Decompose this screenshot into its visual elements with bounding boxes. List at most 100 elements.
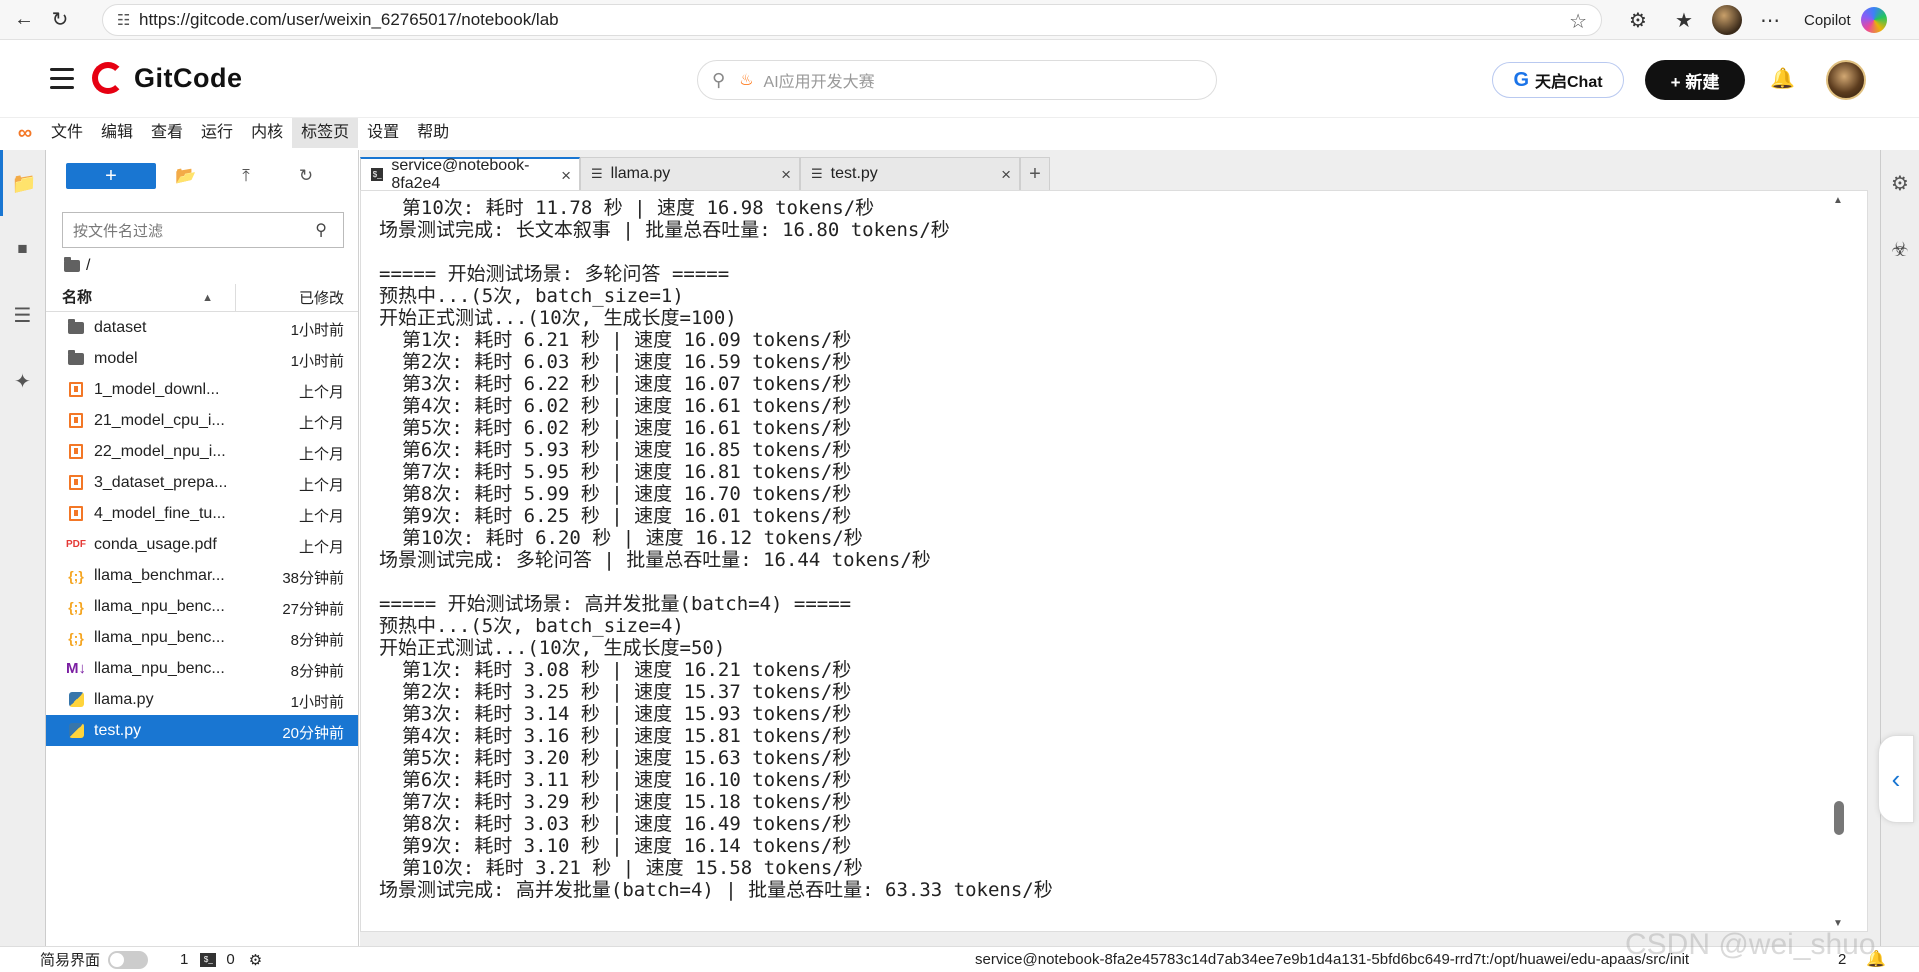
terminal-status-icon: $_: [200, 952, 217, 967]
file-type-icon-wrap: [64, 692, 88, 707]
favorite-star-icon[interactable]: ☆: [1569, 9, 1587, 34]
close-tab-icon[interactable]: ×: [561, 166, 571, 186]
menu-item-0[interactable]: 文件: [42, 118, 92, 148]
file-type-icon-wrap: [64, 413, 88, 428]
gitcode-logo-icon: [92, 62, 124, 94]
browser-toolbar: ← ↻ ☷ https://gitcode.com/user/weixin_62…: [0, 0, 1919, 40]
breadcrumb[interactable]: /: [46, 248, 358, 284]
debugger-bug-icon[interactable]: ☣: [1881, 216, 1919, 282]
file-row[interactable]: M↓ llama_npu_benc... 8分钟前: [46, 653, 358, 684]
menu-item-2[interactable]: 查看: [142, 118, 192, 148]
extensions-icon[interactable]: ⚙: [1620, 2, 1656, 38]
file-row[interactable]: {;} llama_benchmar... 38分钟前: [46, 560, 358, 591]
file-row[interactable]: model 1小时前: [46, 343, 358, 374]
file-name: llama_npu_benc...: [94, 597, 225, 615]
table-of-contents-list-icon[interactable]: ☰: [0, 282, 45, 348]
new-button[interactable]: + 新建: [1645, 60, 1745, 100]
file-name: 22_model_npu_i...: [94, 442, 226, 460]
file-browser-toolbar: + 📂 ⤒ ↻: [46, 150, 358, 202]
scroll-thumb[interactable]: [1834, 801, 1844, 835]
collapse-panel-chevron-icon[interactable]: ‹: [1878, 735, 1914, 823]
extensions-puzzle-icon[interactable]: ✦: [0, 348, 45, 414]
tab-2[interactable]: ☰ test.py ×: [800, 157, 1020, 190]
gitcode-logo[interactable]: GitCode: [92, 62, 243, 94]
copilot-label[interactable]: Copilot: [1804, 12, 1851, 29]
file-row[interactable]: 1_model_downl... 上个月: [46, 374, 358, 405]
more-options-icon[interactable]: ⋯: [1752, 2, 1788, 38]
close-tab-icon[interactable]: ×: [1001, 165, 1011, 185]
site-search-input[interactable]: ⚲ ♨ AI应用开发大赛: [697, 60, 1217, 100]
address-bar[interactable]: ☷ https://gitcode.com/user/weixin_627650…: [102, 4, 1602, 36]
file-row[interactable]: 21_model_cpu_i... 上个月: [46, 405, 358, 436]
menu-item-7[interactable]: 帮助: [408, 118, 458, 148]
kernel-gear-icon[interactable]: ⚙: [249, 951, 262, 969]
upload-icon[interactable]: ⤒: [216, 166, 276, 186]
running-sessions-stop-icon[interactable]: ⏹: [0, 216, 45, 282]
gitcode-logo-text: GitCode: [134, 62, 243, 93]
file-name: conda_usage.pdf: [94, 535, 217, 553]
file-modified: 8分钟前: [290, 663, 344, 680]
terminal-scrollbar[interactable]: ▲ ▼: [1831, 191, 1847, 931]
file-row[interactable]: llama.py 1小时前: [46, 684, 358, 715]
add-tab-button[interactable]: +: [1020, 157, 1050, 190]
file-row[interactable]: {;} llama_npu_benc... 27分钟前: [46, 591, 358, 622]
back-icon[interactable]: ←: [6, 2, 42, 38]
profile-avatar[interactable]: [1712, 5, 1742, 35]
file-modified: 38分钟前: [282, 570, 344, 587]
menu-item-1[interactable]: 编辑: [92, 118, 142, 148]
modified-column-header[interactable]: 已修改: [236, 287, 358, 308]
file-type-icon-wrap: [64, 723, 88, 738]
new-folder-icon[interactable]: 📂: [156, 166, 216, 186]
breadcrumb-root[interactable]: /: [86, 257, 90, 275]
hamburger-menu-icon[interactable]: [50, 68, 74, 90]
simple-mode-toggle[interactable]: [108, 950, 149, 969]
close-tab-icon[interactable]: ×: [781, 165, 791, 185]
user-avatar[interactable]: [1826, 60, 1866, 100]
refresh-icon[interactable]: ↻: [276, 166, 336, 186]
menu-item-3[interactable]: 运行: [192, 118, 242, 148]
file-modified: 27分钟前: [282, 601, 344, 618]
file-name: 3_dataset_prepa...: [94, 473, 228, 491]
search-placeholder: AI应用开发大赛: [763, 74, 875, 91]
file-name: 21_model_cpu_i...: [94, 411, 225, 429]
tab-0[interactable]: $_ service@notebook-8fa2e4 ×: [360, 157, 580, 192]
tab-label: llama.py: [610, 165, 671, 182]
file-modified: 1小时前: [290, 353, 344, 370]
file-row[interactable]: PDF conda_usage.pdf 上个月: [46, 529, 358, 560]
terminal-panel[interactable]: 第10次: 耗时 11.78 秒 | 速度 16.98 tokens/秒 场景测…: [360, 190, 1868, 932]
file-row[interactable]: test.py 20分钟前: [46, 715, 358, 746]
menu-item-5[interactable]: 标签页: [292, 118, 359, 148]
tianqi-chat-button[interactable]: G 天启Chat: [1492, 62, 1624, 98]
tianqi-chat-label: 天启Chat: [1535, 74, 1603, 91]
favorites-icon[interactable]: ★: [1666, 2, 1702, 38]
notification-bell-icon[interactable]: 🔔: [1770, 66, 1795, 91]
name-column-header[interactable]: 名称 ▲: [46, 283, 236, 312]
scroll-up-icon[interactable]: ▲: [1833, 195, 1843, 206]
file-type-icon-wrap: PDF: [64, 539, 88, 550]
menu-item-4[interactable]: 内核: [242, 118, 292, 148]
file-row[interactable]: {;} llama_npu_benc... 8分钟前: [46, 622, 358, 653]
jupyter-menubar: ∞ 文件 编辑 查看 运行 内核 标签页 设置 帮助: [0, 118, 1919, 148]
tab-1[interactable]: ☰ llama.py ×: [580, 157, 800, 190]
reload-icon[interactable]: ↻: [42, 2, 78, 38]
site-info-icon[interactable]: ☷: [117, 11, 139, 29]
file-name: llama.py: [94, 690, 154, 708]
copilot-icon[interactable]: [1860, 7, 1887, 33]
file-row[interactable]: 22_model_npu_i... 上个月: [46, 436, 358, 467]
file-row[interactable]: dataset 1小时前: [46, 312, 358, 343]
file-row[interactable]: 4_model_fine_tu... 上个月: [46, 498, 358, 529]
json-icon: {;}: [68, 629, 84, 646]
file-modified: 8分钟前: [290, 632, 344, 649]
terminal-icon: $_: [371, 168, 384, 181]
file-name: 4_model_fine_tu...: [94, 504, 226, 522]
property-inspector-gear-icon[interactable]: ⚙: [1881, 150, 1919, 216]
menu-item-6[interactable]: 设置: [358, 118, 408, 148]
file-type-icon-wrap: [64, 475, 88, 490]
file-filter-input[interactable]: 按文件名过滤 ⚲: [62, 212, 344, 248]
right-sidebar: ⚙ ☣: [1880, 150, 1919, 946]
file-browser-folder-icon[interactable]: 📁: [0, 150, 45, 216]
new-launcher-button[interactable]: +: [66, 163, 156, 189]
file-name: llama_npu_benc...: [94, 659, 225, 677]
file-row[interactable]: 3_dataset_prepa... 上个月: [46, 467, 358, 498]
folder-icon: [68, 349, 84, 365]
